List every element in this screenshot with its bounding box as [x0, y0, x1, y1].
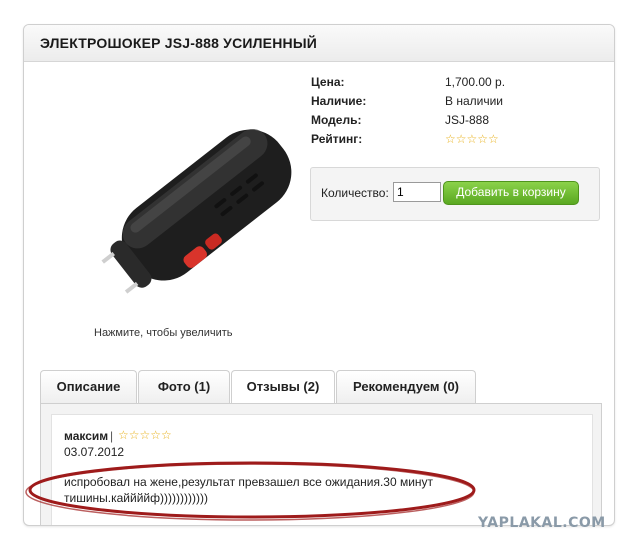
review-separator: | — [110, 429, 114, 443]
price-value: 1,700.00 р. — [445, 75, 506, 89]
tab-reviews[interactable]: Отзывы (2) — [231, 370, 335, 405]
add-to-cart-box: Количество: Добавить в корзину — [310, 167, 600, 221]
tab-description[interactable]: Описание — [40, 370, 137, 403]
product-tabs: Описание Фото (1) Отзывы (2) Рекомендуем… — [40, 370, 600, 405]
product-panel: ЭЛЕКТРОШОКЕР JSJ-888 УСИЛЕННЫЙ Нажмите, … — [23, 24, 615, 526]
price-row: Цена: 1,700.00 р. — [311, 75, 561, 93]
tab-photo[interactable]: Фото (1) — [138, 370, 230, 403]
review-text: испробовал на жене,результат превзашел в… — [64, 475, 434, 505]
availability-label: Наличие: — [311, 94, 367, 108]
add-to-cart-button[interactable]: Добавить в корзину — [443, 181, 579, 205]
price-label: Цена: — [311, 75, 345, 89]
review-stars-icon: ☆☆☆☆☆ — [118, 428, 172, 442]
review-date: 03.07.2012 — [64, 445, 125, 459]
availability-value: В наличии — [445, 94, 504, 108]
rating-stars-icon: ☆☆☆☆☆ — [445, 132, 499, 146]
quantity-input[interactable] — [393, 182, 441, 202]
model-value: JSJ-888 — [445, 113, 490, 127]
tab-recommended[interactable]: Рекомендуем (0) — [336, 370, 476, 403]
quantity-label: Количество: — [321, 186, 389, 200]
rating-row: Рейтинг: ☆☆☆☆☆ — [311, 132, 561, 150]
panel-header: ЭЛЕКТРОШОКЕР JSJ-888 УСИЛЕННЫЙ — [24, 25, 614, 62]
model-label: Модель: — [311, 113, 362, 127]
stun-gun-photo[interactable] — [64, 95, 314, 335]
model-row: Модель: JSJ-888 — [311, 113, 561, 131]
review-item: максим | ☆☆☆☆☆ 03.07.2012 испробовал на … — [51, 414, 593, 525]
availability-row: Наличие: В наличии — [311, 94, 561, 112]
rating-label: Рейтинг: — [311, 132, 363, 146]
site-watermark: YAPLAKAL.COM — [478, 515, 606, 531]
reviews-panel: максим | ☆☆☆☆☆ 03.07.2012 испробовал на … — [40, 403, 602, 525]
zoom-caption[interactable]: Нажмите, чтобы увеличить — [94, 327, 232, 339]
product-title: ЭЛЕКТРОШОКЕР JSJ-888 УСИЛЕННЫЙ — [40, 35, 317, 51]
review-author: максим — [64, 429, 109, 443]
